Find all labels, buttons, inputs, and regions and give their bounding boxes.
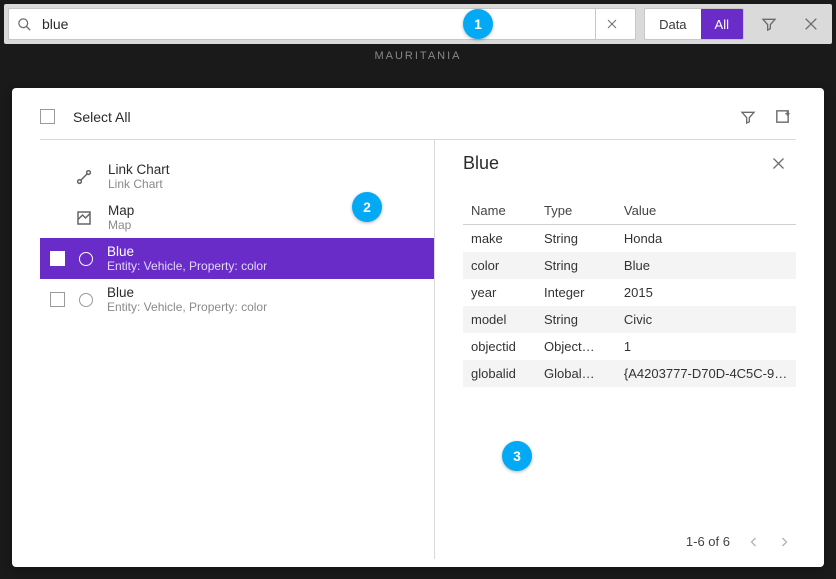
item-radio[interactable] xyxy=(79,252,93,266)
col-type: Type xyxy=(536,197,616,225)
filter-icon[interactable] xyxy=(752,8,786,40)
cell: model xyxy=(463,306,536,333)
pager-range: 1-6 of 6 xyxy=(686,534,730,549)
cell: Blue xyxy=(616,252,796,279)
table-row: globalid Global… {A4203777-D70D-4C5C-9A6… xyxy=(463,360,796,387)
result-blue-2[interactable]: Blue Entity: Vehicle, Property: color xyxy=(40,279,434,320)
callout-1: 1 xyxy=(463,9,493,39)
cell: String xyxy=(536,252,616,279)
pager-next-icon[interactable] xyxy=(778,536,790,548)
table-row: model String Civic xyxy=(463,306,796,333)
cell: Global… xyxy=(536,360,616,387)
cell: Honda xyxy=(616,225,796,253)
map-icon xyxy=(72,206,96,230)
detail-header: Blue xyxy=(463,152,796,175)
detail-table: Name Type Value make String Honda color … xyxy=(463,197,796,387)
scope-all-button[interactable]: All xyxy=(701,9,743,39)
scope-data-button[interactable]: Data xyxy=(645,9,700,39)
cell: Civic xyxy=(616,306,796,333)
item-subtitle: Entity: Vehicle, Property: color xyxy=(107,300,267,314)
item-title: Map xyxy=(108,203,134,218)
item-subtitle: Entity: Vehicle, Property: color xyxy=(107,259,267,273)
cell: 2015 xyxy=(616,279,796,306)
result-link-chart[interactable]: Link Chart Link Chart xyxy=(40,156,434,197)
cell: String xyxy=(536,225,616,253)
scope-segmented: Data All xyxy=(644,8,744,40)
cell: String xyxy=(536,306,616,333)
pager-prev-icon[interactable] xyxy=(748,536,760,548)
close-search-icon[interactable] xyxy=(794,8,828,40)
pager: 1-6 of 6 xyxy=(463,520,796,559)
item-checkbox[interactable] xyxy=(50,251,65,266)
link-chart-icon xyxy=(72,165,96,189)
clear-search-button[interactable] xyxy=(595,8,627,40)
callout-3: 3 xyxy=(502,441,532,471)
panel-add-icon[interactable] xyxy=(768,103,796,131)
cell: color xyxy=(463,252,536,279)
table-row: year Integer 2015 xyxy=(463,279,796,306)
result-blue-selected[interactable]: Blue Entity: Vehicle, Property: color xyxy=(40,238,434,279)
cell: objectid xyxy=(463,333,536,360)
item-subtitle: Link Chart xyxy=(108,177,170,191)
item-title: Blue xyxy=(107,244,267,259)
cell: Object… xyxy=(536,333,616,360)
panel-body: Link Chart Link Chart Map Map Blue En xyxy=(40,140,796,559)
item-radio[interactable] xyxy=(79,293,93,307)
detail-close-icon[interactable] xyxy=(767,152,790,175)
results-panel: Select All Link Chart Link Chart xyxy=(12,88,824,567)
table-row: color String Blue xyxy=(463,252,796,279)
item-title: Blue xyxy=(107,285,267,300)
cell: year xyxy=(463,279,536,306)
search-input-wrap xyxy=(8,8,636,40)
select-all-checkbox[interactable] xyxy=(40,109,55,124)
cell: 1 xyxy=(616,333,796,360)
search-icon xyxy=(17,17,32,32)
cell: globalid xyxy=(463,360,536,387)
detail-pane: Blue Name Type Value make String xyxy=(435,140,796,559)
col-name: Name xyxy=(463,197,536,225)
cell: make xyxy=(463,225,536,253)
detail-title: Blue xyxy=(463,153,767,174)
item-checkbox[interactable] xyxy=(50,292,65,307)
cell: {A4203777-D70D-4C5C-9A65-C… xyxy=(616,360,796,387)
top-search-bar: Data All xyxy=(4,4,832,44)
col-value: Value xyxy=(616,197,796,225)
cell: Integer xyxy=(536,279,616,306)
item-subtitle: Map xyxy=(108,218,134,232)
table-row: objectid Object… 1 xyxy=(463,333,796,360)
map-background-label: MAURITANIA xyxy=(374,50,461,62)
panel-filter-icon[interactable] xyxy=(734,103,762,131)
search-input[interactable] xyxy=(42,16,595,32)
callout-2: 2 xyxy=(352,192,382,222)
table-row: make String Honda xyxy=(463,225,796,253)
item-title: Link Chart xyxy=(108,162,170,177)
select-all-label: Select All xyxy=(73,109,131,125)
panel-header: Select All xyxy=(40,104,796,140)
